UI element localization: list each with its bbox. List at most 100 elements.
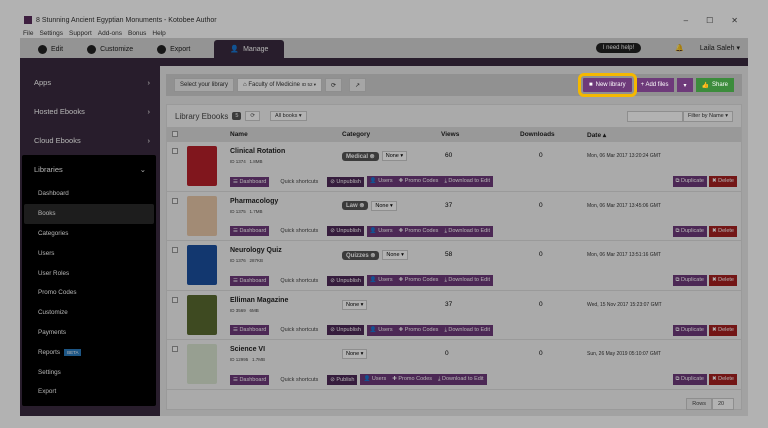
row-checkbox[interactable] [172,346,178,352]
users-button[interactable]: 👤 Users [366,275,396,286]
close-button[interactable]: ✕ [731,16,738,25]
dashboard-button[interactable]: ☰ Dashboard [230,176,270,187]
book-cover[interactable] [187,344,217,384]
promo-codes-button[interactable]: ✚ Promo Codes [395,225,442,237]
sidebar-sub-users[interactable]: Users [24,243,154,263]
unpublish-button[interactable]: ⊘ Unpublish [327,176,364,187]
duplicate-button[interactable]: ⧉ Duplicate [672,275,707,286]
publish-button[interactable]: ⊘ Publish [327,374,358,385]
tab-manage[interactable]: 👤 Manage [214,40,285,58]
sidebar-item-apps[interactable]: Apps › [20,68,160,97]
tab-edit[interactable]: Edit [28,40,73,58]
download-to-edit-button[interactable]: ⤓ Download to Edit [435,374,487,385]
delete-button[interactable]: ✖ Delete [708,275,737,286]
bell-icon[interactable]: 🔔 [675,44,684,52]
add-files-button[interactable]: + Add files [634,78,675,92]
book-cover[interactable] [187,195,217,236]
select-all-checkbox[interactable] [172,131,178,137]
promo-codes-button[interactable]: ✚ Promo Codes [395,324,442,336]
category-tag[interactable]: Medical ⊗ [342,151,379,161]
column-date[interactable]: Date ▴ [587,131,606,139]
category-dropdown[interactable]: None ▾ [342,349,368,359]
users-button[interactable]: 👤 Users [366,176,396,187]
promo-codes-button[interactable]: ✚ Promo Codes [395,176,442,187]
dashboard-button[interactable]: ☰ Dashboard [230,226,270,236]
dashboard-button[interactable]: ☰ Dashboard [230,325,270,335]
menu-bonus[interactable]: Bonus [128,30,146,37]
sidebar-item-libraries[interactable]: Libraries ⌄ [22,155,156,184]
sidebar-sub-reports[interactable]: Reports BETA [24,342,154,362]
delete-button[interactable]: ✖ Delete [708,324,737,336]
download-to-edit-button[interactable]: ⤓ Download to Edit [441,275,493,286]
help-button[interactable]: I need help! [595,43,642,53]
users-button[interactable]: 👤 Users [366,225,396,237]
category-dropdown[interactable]: None ▾ [342,299,368,310]
duplicate-button[interactable]: ⧉ Duplicate [672,176,707,187]
row-checkbox[interactable] [172,247,178,253]
users-button[interactable]: 👤 Users [360,374,390,385]
add-files-dropdown[interactable]: ▾ [677,78,693,92]
sidebar-sub-user-roles[interactable]: User Roles [24,263,154,283]
book-name[interactable]: Pharmacology [230,198,278,205]
download-to-edit-button[interactable]: ⤓ Download to Edit [441,176,493,187]
sidebar-sub-books[interactable]: Books [24,203,154,224]
sidebar-item-cloud-ebooks[interactable]: Cloud Ebooks › [20,126,160,155]
delete-button[interactable]: ✖ Delete [708,176,737,187]
book-name[interactable]: Neurology Quiz [230,247,282,254]
column-views[interactable]: Views [441,131,459,138]
sidebar-sub-settings[interactable]: Settings [24,362,154,382]
sidebar-sub-promo-codes[interactable]: Promo Codes [24,283,154,303]
menu-support[interactable]: Support [69,30,92,37]
share-button[interactable]: 👍 Share [695,78,734,92]
dashboard-button[interactable]: ☰ Dashboard [230,275,270,286]
duplicate-button[interactable]: ⧉ Duplicate [672,324,707,336]
unpublish-button[interactable]: ⊘ Unpublish [327,275,364,286]
category-dropdown[interactable]: None ▾ [371,200,397,211]
sidebar-sub-categories[interactable]: Categories [24,224,154,244]
category-dropdown[interactable]: None ▾ [382,250,408,260]
row-checkbox[interactable] [172,296,178,303]
category-tag[interactable]: Law ⊗ [342,201,369,210]
maximize-button[interactable]: ☐ [706,16,713,25]
sidebar-sub-export[interactable]: Export [24,382,154,402]
book-cover[interactable] [187,294,217,335]
book-name[interactable]: Clinical Rotation [230,148,285,155]
book-name[interactable]: Science VI [230,346,265,353]
external-link-button[interactable]: ↗ [349,78,367,92]
refresh-button[interactable]: ⟳ [324,78,342,92]
tab-customize[interactable]: Customize [77,40,143,58]
unpublish-button[interactable]: ⊘ Unpublish [327,325,364,335]
menu-addons[interactable]: Add-ons [98,30,122,37]
category-tag[interactable]: Quizzes ⊗ [342,250,380,260]
all-books-filter[interactable]: All books ▾ [270,111,307,121]
users-button[interactable]: 👤 Users [366,324,396,336]
user-menu[interactable]: Laila Saleh ▾ [700,44,740,52]
delete-button[interactable]: ✖ Delete [708,225,737,237]
book-cover[interactable] [187,146,217,186]
sidebar-sub-payments[interactable]: Payments [24,323,154,343]
download-to-edit-button[interactable]: ⤓ Download to Edit [441,225,493,237]
column-name[interactable]: Name [230,131,248,138]
dashboard-button[interactable]: ☰ Dashboard [230,374,270,385]
rows-input[interactable]: 20 [712,398,734,410]
column-downloads[interactable]: Downloads [520,131,555,138]
category-dropdown[interactable]: None ▾ [381,151,408,161]
duplicate-button[interactable]: ⧉ Duplicate [672,225,707,237]
book-cover[interactable] [187,245,217,285]
refresh-list-button[interactable]: ⟳ [245,111,261,121]
row-checkbox[interactable] [172,197,178,204]
sidebar-sub-customize[interactable]: Customize [24,303,154,323]
library-select[interactable]: ⌂ Faculty of Medicine ID 52 ▾ [237,78,322,92]
menu-file[interactable]: File [23,30,33,37]
delete-button[interactable]: ✖ Delete [708,374,737,385]
duplicate-button[interactable]: ⧉ Duplicate [672,374,707,385]
download-to-edit-button[interactable]: ⤓ Download to Edit [441,324,493,336]
filter-input[interactable] [626,110,683,122]
column-category[interactable]: Category [342,131,370,138]
new-library-button[interactable]: ■ New library [578,73,637,97]
promo-codes-button[interactable]: ✚ Promo Codes [395,275,442,286]
row-checkbox[interactable] [172,148,178,154]
promo-codes-button[interactable]: ✚ Promo Codes [389,374,436,385]
sidebar-item-hosted-ebooks[interactable]: Hosted Ebooks › [20,97,160,126]
sidebar-sub-dashboard[interactable]: Dashboard [24,184,154,204]
